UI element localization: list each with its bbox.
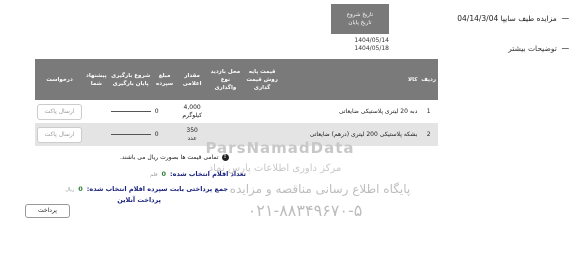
col-index: ردیف xyxy=(419,59,438,100)
price-note: ! تمامی قیمت ها بصورت ریال می باشند. xyxy=(120,154,229,161)
row-quantity: 350 عدد xyxy=(176,123,208,146)
row-item: بشکه پلاستیکی 200 لیتری (درهم) ضایعاتی xyxy=(281,123,420,146)
quantity-value: 4,000 xyxy=(183,103,201,111)
dash xyxy=(110,134,151,135)
dash xyxy=(110,111,151,112)
selected-count-value: 0 xyxy=(161,170,167,178)
selected-count-label: تعداد اقلام انتخاب شده: xyxy=(170,170,246,178)
watermark-phone: ۰۲۱-۸۸۳۴۹۶۷۰-۵ xyxy=(247,201,363,220)
end-date-value: 1404/05/18 xyxy=(354,45,389,52)
total-deposit-value: 0 xyxy=(78,185,83,193)
col-your-offer: پیشنهاد شما xyxy=(84,59,109,100)
col-request: درخواست xyxy=(35,59,85,100)
send-envelope-button[interactable]: ارسال پاکت xyxy=(37,103,83,120)
start-date-value: 1404/05/14 xyxy=(354,37,389,44)
auction-title-row[interactable]: − مزایده طیف سایپا 04/14/3/04 xyxy=(457,12,570,25)
table-row: 1 دبه 20 لیتری پلاستیکی ضایعاتی 4,000 کی… xyxy=(35,100,438,123)
info-icon: ! xyxy=(221,154,229,161)
col-loading: شروع بارگیری پایان بارگیری xyxy=(108,59,153,100)
collapse-icon[interactable]: − xyxy=(561,12,570,25)
start-date-label: تاریخ شروع xyxy=(346,12,374,18)
offer-cell xyxy=(84,123,109,146)
offer-cell xyxy=(84,100,109,123)
col-item: کالا xyxy=(281,59,420,100)
request-cell: ارسال پاکت xyxy=(35,123,85,146)
price-note-text: تمامی قیمت ها بصورت ریال می باشند. xyxy=(120,154,219,161)
date-values: 1404/05/14 1404/05/18 xyxy=(333,37,389,53)
loading-dates xyxy=(108,100,153,123)
row-quantity: 4,000 کیلوگرم xyxy=(176,100,208,123)
quantity-value: 350 xyxy=(186,126,198,134)
row-deposit: 0 xyxy=(152,123,177,146)
selected-count-line: تعداد اقلام انتخاب شده: 0 قلم xyxy=(150,170,246,178)
table-header-row: ردیف کالا قیمت پایه روش قیمت گذاری محل ب… xyxy=(35,59,438,100)
auction-title: مزایده طیف سایپا 04/14/3/04 xyxy=(457,14,557,23)
total-deposit-line: جمع پرداختی بابت سپرده اقلام انتخاب شده:… xyxy=(65,185,228,193)
row-index: 2 xyxy=(419,123,438,146)
online-payment-label: پرداخت آنلاین xyxy=(117,196,161,204)
expand-icon[interactable]: − xyxy=(561,42,570,55)
col-deposit: مبلغ سپرده xyxy=(152,59,177,100)
request-cell: ارسال پاکت xyxy=(35,100,85,123)
col-quantity: مقدار اعلامی xyxy=(176,59,208,100)
more-details-row[interactable]: − توضیحات بیشتر xyxy=(508,42,570,55)
total-deposit-unit: ریال xyxy=(65,187,75,193)
table-row: 2 بشکه پلاستیکی 200 لیتری (درهم) ضایعاتی… xyxy=(35,123,438,146)
date-header: تاریخ شروع تاریخ پایان xyxy=(331,4,389,34)
col-base-price: قیمت پایه روش قیمت گذاری xyxy=(242,59,282,100)
end-date-label: تاریخ پایان xyxy=(348,20,372,26)
pay-button[interactable]: پرداخت xyxy=(25,204,70,218)
send-envelope-button[interactable]: ارسال پاکت xyxy=(37,126,83,143)
row-deposit: 0 xyxy=(152,100,177,123)
items-table: ردیف کالا قیمت پایه روش قیمت گذاری محل ب… xyxy=(35,59,438,146)
col-visit-location: محل بازدید نوع واگذاری xyxy=(207,59,243,100)
quantity-unit: عدد xyxy=(187,134,197,142)
row-item: دبه 20 لیتری پلاستیکی ضایعاتی xyxy=(281,100,420,123)
total-deposit-label: جمع پرداختی بابت سپرده اقلام انتخاب شده: xyxy=(86,185,228,193)
more-details-label: توضیحات بیشتر xyxy=(508,44,557,53)
row-index: 1 xyxy=(419,100,438,123)
quantity-unit: کیلوگرم xyxy=(182,111,202,119)
selected-count-unit: قلم xyxy=(150,172,158,178)
watermark-line2: پایگاه اطلاع رسانی مناقصه و مزایده xyxy=(229,182,411,196)
loading-dates xyxy=(108,123,153,146)
